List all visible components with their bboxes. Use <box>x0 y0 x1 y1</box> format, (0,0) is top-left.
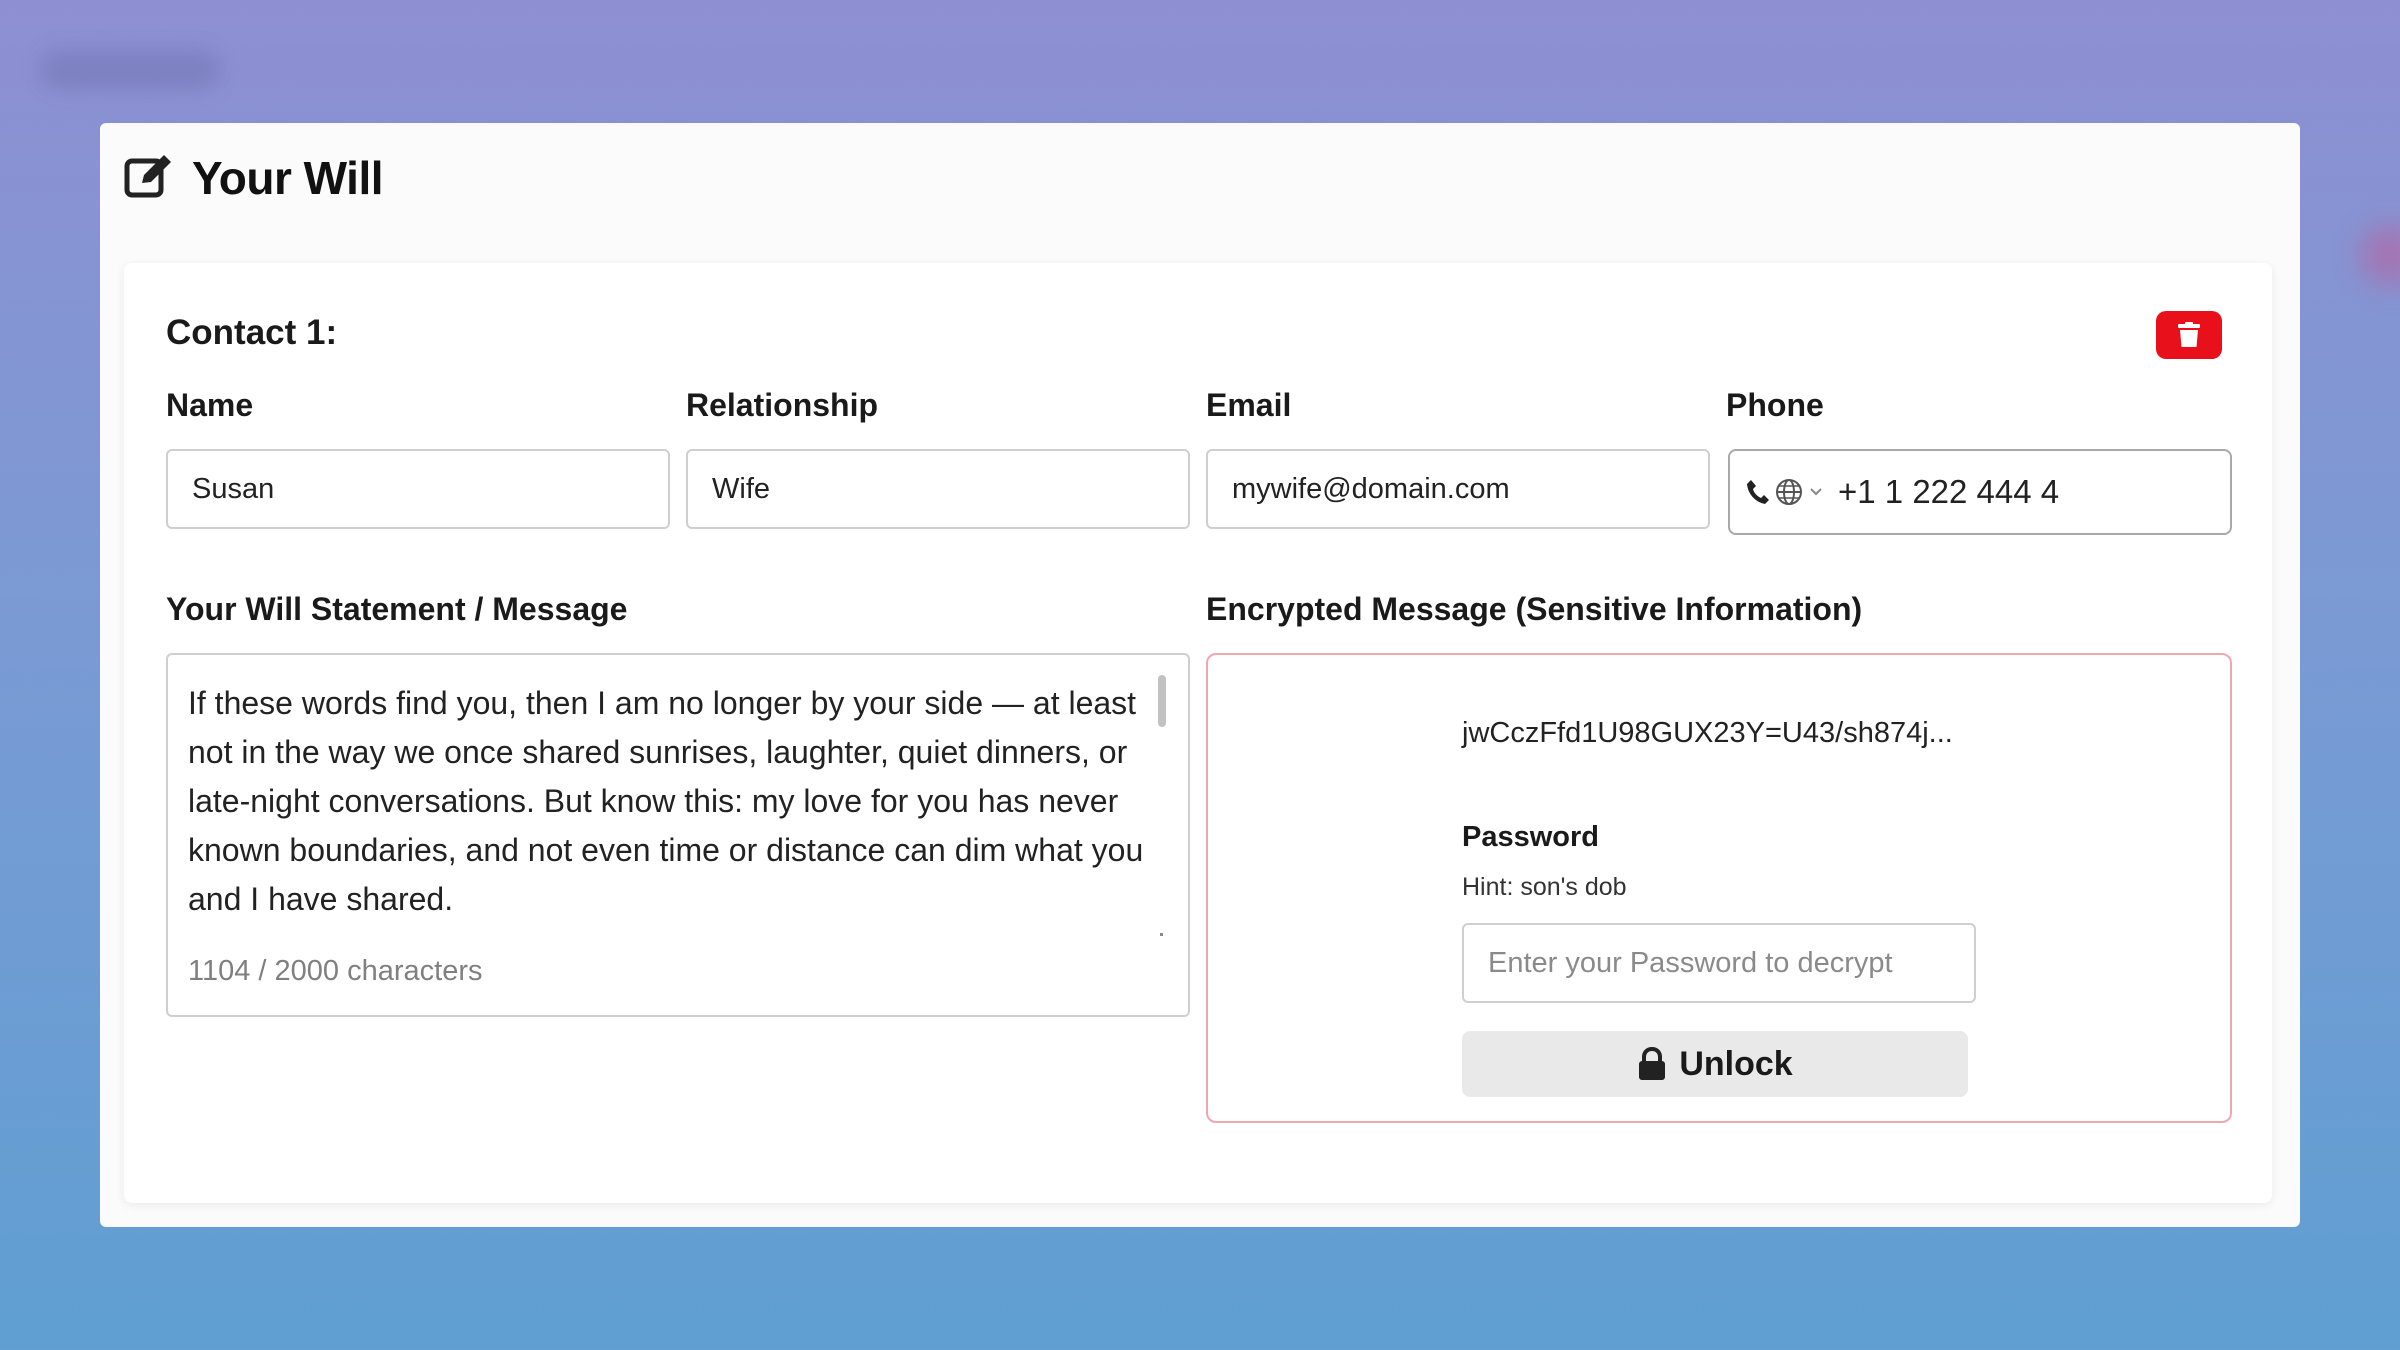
name-value: Susan <box>192 472 275 505</box>
globe-icon <box>1776 479 1802 505</box>
relationship-input[interactable]: Wife <box>686 449 1190 529</box>
statement-textarea[interactable]: If these words find you, then I am no lo… <box>166 653 1190 1017</box>
trash-icon <box>2178 322 2200 347</box>
email-input[interactable]: mywife@domain.com <box>1206 449 1710 529</box>
resize-handle[interactable] <box>1160 933 1163 936</box>
phone-label: Phone <box>1726 387 1824 423</box>
password-hint: Hint: son's dob <box>1462 873 1627 901</box>
background-blur-blob <box>2360 225 2400 285</box>
contact-title: Contact 1: <box>166 313 338 352</box>
cipher-text: jwCczFfd1U98GUX23Y=U43/sh874j... <box>1462 717 1953 749</box>
background-blur-text <box>40 50 220 90</box>
encrypted-message-box: jwCczFfd1U98GUX23Y=U43/sh874j... Passwor… <box>1206 653 2232 1123</box>
email-label: Email <box>1206 387 1292 423</box>
char-counter: 1104 / 2000 characters <box>188 955 483 987</box>
page-title: Your Will <box>192 152 384 204</box>
email-value: mywife@domain.com <box>1232 472 1510 505</box>
lock-icon <box>1639 1047 1666 1080</box>
textarea-scrollbar[interactable] <box>1158 675 1166 727</box>
unlock-label: Unlock <box>1679 1044 1793 1083</box>
phone-input[interactable]: +1 1 222 444 4 <box>1728 449 2232 535</box>
chevron-down-icon <box>1810 488 1822 496</box>
delete-contact-button[interactable] <box>2156 311 2222 359</box>
edit-icon <box>124 152 176 205</box>
password-input[interactable] <box>1462 923 1976 1003</box>
encrypted-label: Encrypted Message (Sensitive Information… <box>1206 591 1863 627</box>
panel-header: Your Will <box>124 151 384 205</box>
unlock-button[interactable]: Unlock <box>1462 1031 1968 1097</box>
statement-label: Your Will Statement / Message <box>166 591 628 627</box>
will-panel: Your Will Contact 1: Name Relationship E… <box>100 123 2300 1227</box>
relationship-label: Relationship <box>686 387 879 423</box>
name-input[interactable]: Susan <box>166 449 670 529</box>
country-selector[interactable] <box>1746 477 1824 507</box>
relationship-value: Wife <box>712 472 770 505</box>
phone-icon <box>1747 480 1769 504</box>
statement-text: If these words find you, then I am no lo… <box>188 685 1144 917</box>
name-label: Name <box>166 387 254 423</box>
contact-card: Contact 1: Name Relationship Email Phone… <box>124 263 2272 1203</box>
password-label: Password <box>1462 821 1599 853</box>
phone-value: +1 1 222 444 4 <box>1838 473 2060 510</box>
